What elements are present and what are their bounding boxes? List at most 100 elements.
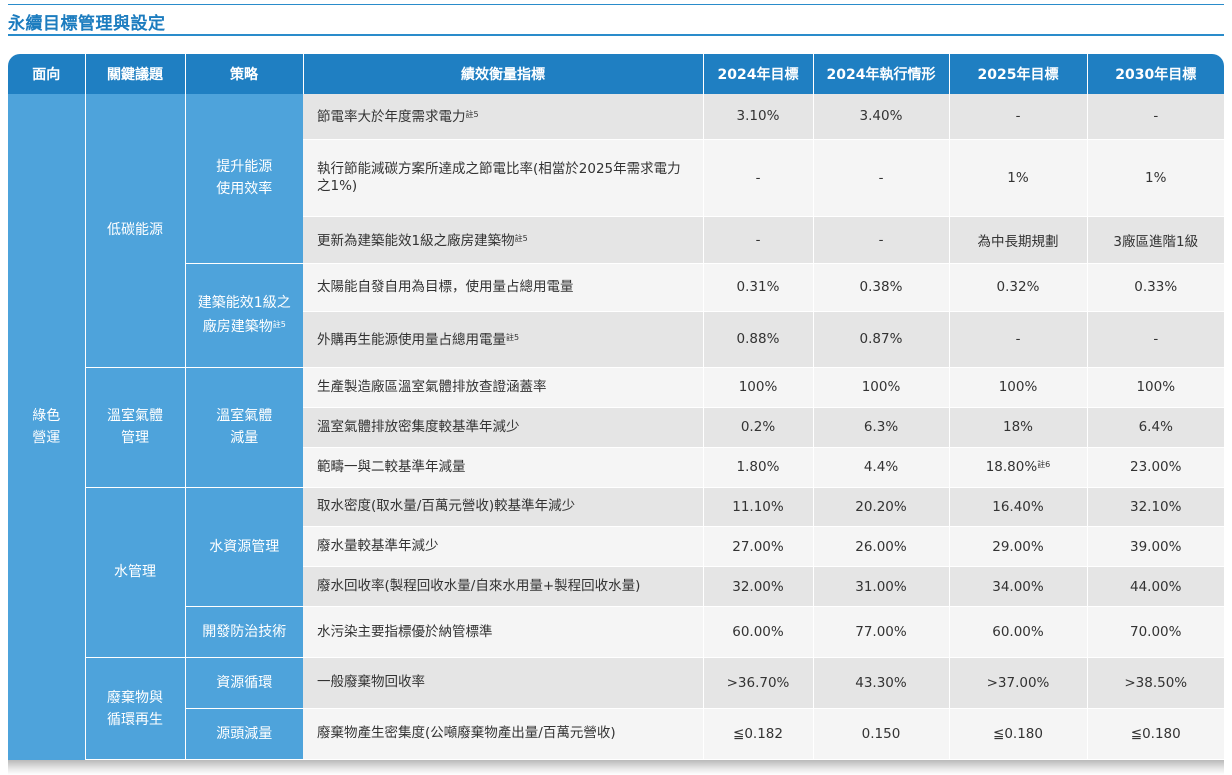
value-2025-target: 0.32% [948,263,1087,312]
metric-cell: 廢水量較基準年減少 [303,526,703,568]
header-2025-target: 2025年目標 [949,54,1088,94]
value-2025-target: - [948,94,1087,140]
header-2030-target: 2030年目標 [1087,54,1224,94]
table-row: 水管理 水資源管理 取水密度(取水量/百萬元營收)較基準年減少 11.10% 2… [8,487,1224,659]
value-2024-actual: 43.30% [812,657,949,709]
value-2024-target: 27.00% [702,526,813,568]
value-2024-target: 60.00% [702,606,813,659]
value-2024-target: 32.00% [702,566,813,608]
issue-line: 溫室氣體 [107,408,163,425]
header-area: 面向 [8,54,86,94]
value-2030-target: 3廠區進階1級 [1086,216,1224,264]
issue-line: 循環再生 [107,711,163,728]
metric-cell: 水污染主要指標優於納管標準 [303,606,703,659]
value-2025-target: 60.00% [948,606,1087,659]
table-row: 溫室氣體 管理 溫室氣體 減量 生產製造廠區溫室氣體排放查證涵蓋率 100% 1… [8,367,1224,488]
metric-cell: 一般廢棄物回收率 [303,657,703,709]
strategy-water-resources: 水資源管理 [185,487,303,608]
value-2024-target: 0.88% [702,311,813,368]
value-2024-target: 0.2% [702,407,813,448]
metric-text: 外購再生能源使用量占總用電量 [317,332,506,349]
metric-text: 太陽能自發自用為目標，使用量占總用電量 [317,278,574,295]
bottom-shadow [8,760,1224,775]
metric-text: 執行節能減碳方案所達成之節電比率(相當於2025年需求電力之1%) [317,161,681,195]
value-2025-target: 100% [948,367,1087,408]
strategy-line: 廠房建築物註5 [186,314,304,338]
strategy-energy-efficiency: 提升能源 使用效率 [185,94,303,264]
value-2025-target: - [948,311,1087,368]
value-2025-target: 18.80%註6 [948,447,1087,488]
table-row: 綠色 營運 低碳能源 提升能源 使用效率 節電率大於年度需求電力註5 3.10%… [8,94,1224,760]
metric-cell: 生產製造廠區溫室氣體排放查證涵蓋率 [303,367,703,408]
footnote-mark: 註5 [465,110,479,120]
strategy-line: 使用效率 [216,181,273,198]
metric-text: 生產製造廠區溫室氣體排放查證涵蓋率 [317,378,547,395]
strategy-line: 溫室氣體 [216,408,273,425]
page-title: 永續目標管理與設定 [8,14,166,34]
value-2030-target: 100% [1086,367,1224,408]
metric-cell: 更新為建築能效1級之廠房建築物註5 [303,216,703,264]
value-2024-actual: 4.4% [812,447,949,488]
header-2024-target: 2024年目標 [703,54,814,94]
value-2025-target: 18% [948,407,1087,448]
metric-cell: 太陽能自發自用為目標，使用量占總用電量 [303,263,703,312]
value-2024-target: - [702,139,813,218]
top-rule [8,4,1224,5]
value-2024-target: >36.70% [702,657,813,709]
value-2030-target: >38.50% [1086,657,1224,709]
table-row: 建築能效1級之 廠房建築物註5 太陽能自發自用為目標，使用量占總用電量 0.31… [8,263,1224,368]
issue-low-carbon: 低碳能源 [85,94,186,368]
value-2024-target: 100% [702,367,813,408]
metric-cell: 廢棄物產生密集度(公噸廢棄物產出量/百萬元營收) [303,708,703,761]
footnote-mark: 註6 [1037,460,1051,470]
value-2024-target: 3.10% [702,94,813,140]
value-2024-actual: 31.00% [812,566,949,608]
value-2030-target: 1% [1086,139,1224,218]
value-2024-actual: 0.150 [812,708,949,761]
issue-waste: 廢棄物與 循環再生 [85,657,186,760]
issue-ghg: 溫室氣體 管理 [85,367,186,488]
value-2030-target: 44.00% [1086,566,1224,608]
footnote-mark: 註5 [272,320,286,330]
value-2025-target: 29.00% [948,526,1087,568]
footnote-mark: 註5 [514,234,528,244]
value-2030-target: - [1086,311,1224,368]
metric-text: 取水密度(取水量/百萬元營收)較基準年減少 [317,498,576,515]
metric-cell: 執行節能減碳方案所達成之節電比率(相當於2025年需求電力之1%) [303,139,703,218]
value-2030-target: 32.10% [1086,487,1224,528]
value-2025-target: 34.00% [948,566,1087,608]
strategy-line: 建築能效1級之 [197,295,291,312]
value-2025-target: >37.00% [948,657,1087,709]
strategy-line: 減量 [230,430,259,447]
metric-text: 水污染主要指標優於納管標準 [317,623,493,640]
issue-line: 廢棄物與 [107,689,163,706]
area-line: 綠色 [32,407,61,424]
value-2024-target: 0.31% [702,263,813,312]
value-2030-target: ≦0.180 [1086,708,1224,761]
value-2030-target: 6.4% [1086,407,1224,448]
strategy-text: 廠房建築物 [202,319,273,336]
metric-cell: 節電率大於年度需求電力註5 [303,94,703,140]
metric-cell: 廢水回收率(製程回收水量/自來水用量+製程回收水量) [303,566,703,608]
value-2024-actual: 20.20% [812,487,949,528]
value-2024-actual: 77.00% [812,606,949,659]
metric-text: 節電率大於年度需求電力 [317,109,466,126]
strategy-source-reduction: 源頭減量 [185,708,303,761]
metric-cell: 外購再生能源使用量占總用電量註5 [303,311,703,368]
table-row: 開發防治技術 水污染主要指標優於納管標準 60.00% 77.00% 60.00… [8,606,1224,659]
issue-line: 管理 [121,430,149,447]
strategy-line: 提升能源 [216,159,273,176]
value-2024-actual: 6.3% [812,407,949,448]
header-2024-actual: 2024年執行情形 [813,54,950,94]
value-2024-target: - [702,216,813,264]
metric-text: 廢水量較基準年減少 [317,538,439,555]
metric-text: 溫室氣體排放密集度較基準年減少 [317,418,520,435]
metric-cell: 範疇一與二較基準年減量 [303,447,703,488]
value-2024-target: ≦0.182 [702,708,813,761]
strategy-pollution-control: 開發防治技術 [185,606,303,659]
value-2030-target: 23.00% [1086,447,1224,488]
value-2030-target: 0.33% [1086,263,1224,312]
title-rule [8,34,1224,36]
table-row: 廢棄物與 循環再生 資源循環 一般廢棄物回收率 >36.70% 43.30% >… [8,657,1224,760]
metric-text: 範疇一與二較基準年減量 [317,458,466,475]
